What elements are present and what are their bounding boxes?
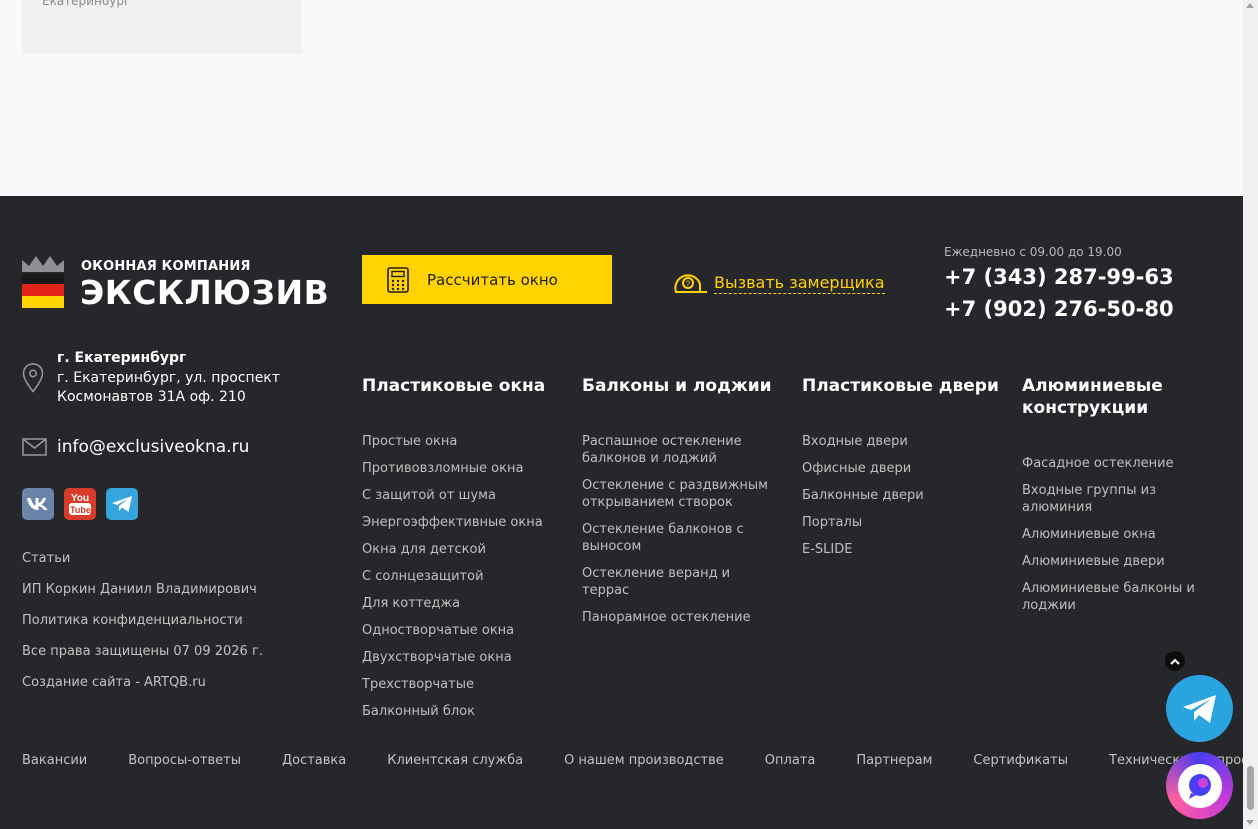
legal-entity-text: ИП Коркин Даниил Владимирович [22, 582, 257, 597]
phone-link-1[interactable]: +7 (343) 287-99-63 [944, 265, 1174, 289]
telegram-chat-button[interactable] [1166, 675, 1233, 742]
bottom-nav: Вакансии Вопросы-ответы Доставка Клиентс… [22, 753, 1243, 768]
footer-link[interactable]: Трехстворчатые [362, 676, 572, 693]
column-title[interactable]: Пластиковые двери [802, 375, 1012, 433]
calculator-icon [387, 266, 409, 293]
footer-link[interactable]: Двухстворчатые окна [362, 649, 572, 666]
bottom-nav-link[interactable]: О нашем производстве [564, 753, 724, 768]
bottom-nav-link[interactable]: Клиентская служба [387, 753, 523, 768]
footer-link[interactable]: Одностворчатые окна [362, 622, 572, 639]
calculate-window-button[interactable]: Рассчитать окно [362, 255, 612, 304]
telegram-icon [112, 496, 132, 512]
address-street: г. Екатеринбург, ул. проспект Космонавто… [57, 370, 280, 405]
footer-link[interactable]: С солнцезащитой [362, 568, 572, 585]
footer-link[interactable]: Энергоэффективные окна [362, 514, 572, 531]
footer-link[interactable]: Фасадное остекление [1022, 455, 1222, 472]
top-content-area: Екатеринбург [0, 0, 1243, 196]
crown-flag-logo-icon [22, 256, 64, 308]
envelope-icon [22, 438, 47, 456]
bottom-nav-link[interactable]: Сертификаты [973, 753, 1068, 768]
bottom-nav-link[interactable]: Вопросы-ответы [128, 753, 241, 768]
footer-link[interactable]: Остекление балконов с выносом [582, 521, 772, 555]
location-pin-icon [22, 363, 44, 393]
footer-link[interactable]: Балконные двери [802, 487, 1012, 504]
page-scrollbar[interactable] [1243, 0, 1258, 829]
footer-column-plastic-doors: Пластиковые двери Входные двери Офисные … [802, 375, 1012, 568]
footer-link[interactable]: Остекление с раздвижным открыванием ство… [582, 477, 772, 511]
chat-icon [1188, 773, 1211, 799]
scroll-to-top-button[interactable] [1165, 651, 1185, 671]
footer-link[interactable]: E-SLIDE [802, 541, 1012, 558]
company-logo[interactable]: ОКОННАЯ КОМПАНИЯ ЭКСКЛЮЗИВ [22, 256, 329, 312]
logo-tagline: ОКОННАЯ КОМПАНИЯ [81, 259, 251, 274]
vk-icon [27, 498, 48, 510]
column-title[interactable]: Балконы и лоджии [582, 375, 772, 433]
footer-link[interactable]: Алюминиевые балконы и лоджии [1022, 580, 1222, 614]
articles-link[interactable]: Статьи [22, 551, 263, 582]
office-card-city: Екатеринбург [42, 0, 131, 8]
bottom-nav-link[interactable]: Доставка [282, 753, 346, 768]
chat-bubble-icon [1177, 763, 1222, 808]
paper-plane-icon [1182, 694, 1216, 723]
footer-link[interactable]: Для коттеджа [362, 595, 572, 612]
footer-column-aluminium: Алюминиевые конструкции Фасадное остекле… [1022, 375, 1222, 624]
phone-link-2[interactable]: +7 (902) 276-50-80 [944, 297, 1174, 321]
email-address: info@exclusiveokna.ru [57, 437, 250, 457]
svg-text:Tube: Tube [70, 505, 91, 515]
site-developer-link[interactable]: Создание сайта - ARTQB.ru [22, 675, 263, 706]
footer-link[interactable]: Порталы [802, 514, 1012, 531]
footer-link[interactable]: Окна для детской [362, 541, 572, 558]
calculate-window-label: Рассчитать окно [427, 270, 558, 289]
office-card: Екатеринбург [22, 0, 302, 54]
address-city: г. Екатеринбург [57, 350, 187, 366]
footer-link[interactable]: Распашное остекление балконов и лоджий [582, 433, 772, 467]
vk-link[interactable] [22, 488, 54, 520]
scroll-thumb[interactable] [1247, 766, 1254, 810]
column-title[interactable]: Алюминиевые конструкции [1022, 375, 1222, 455]
footer-link[interactable]: Панорамное остекление [582, 609, 772, 626]
footer-column-plastic-windows: Пластиковые окна Простые окна Противовзл… [362, 375, 572, 730]
bottom-nav-link[interactable]: Партнерам [856, 753, 932, 768]
site-footer: ОКОННАЯ КОМПАНИЯ ЭКСКЛЮЗИВ Рассчитать ок… [0, 196, 1243, 829]
call-measurer-link[interactable]: ? Вызвать замерщика [673, 270, 885, 296]
footer-link[interactable]: Простые окна [362, 433, 572, 450]
footer-link[interactable]: Алюминиевые двери [1022, 553, 1222, 570]
scroll-down-arrow-icon[interactable] [1246, 820, 1254, 825]
live-chat-button[interactable] [1166, 752, 1233, 819]
chevron-up-icon [1170, 658, 1180, 665]
footer-link[interactable]: С защитой от шума [362, 487, 572, 504]
footer-link[interactable]: Входные группы из алюминия [1022, 482, 1222, 516]
youtube-icon: You Tube [69, 493, 91, 515]
left-info-links: Статьи ИП Коркин Даниил Владимирович Пол… [22, 551, 263, 706]
footer-link[interactable]: Офисные двери [802, 460, 1012, 477]
working-hours: Ежедневно с 09.00 до 19.00 [944, 245, 1122, 259]
youtube-link[interactable]: You Tube [64, 488, 96, 520]
bottom-nav-link[interactable]: Оплата [765, 753, 816, 768]
call-measurer-label: Вызвать замерщика [714, 272, 885, 294]
footer-link[interactable]: Входные двери [802, 433, 1012, 450]
column-title[interactable]: Пластиковые окна [362, 375, 572, 433]
footer-link[interactable]: Алюминиевые окна [1022, 526, 1222, 543]
svg-text:You: You [71, 493, 89, 504]
scroll-up-arrow-icon[interactable] [1246, 3, 1254, 8]
telegram-link[interactable] [106, 488, 138, 520]
footer-link[interactable]: Противовзломные окна [362, 460, 572, 477]
email-contact[interactable]: info@exclusiveokna.ru [22, 437, 249, 457]
footer-link[interactable]: Остекление веранд и террас [582, 565, 772, 599]
tape-measure-icon: ? [674, 274, 707, 293]
social-links: You Tube [22, 488, 138, 520]
privacy-policy-link[interactable]: Политика конфиденциальности [22, 613, 263, 644]
copyright-text: Все права защищены 07 09 2026 г. [22, 644, 263, 659]
logo-name: ЭКСКЛЮЗИВ [80, 273, 330, 312]
footer-column-balconies: Балконы и лоджии Распашное остекление ба… [582, 375, 772, 636]
svg-text:?: ? [686, 280, 691, 289]
footer-link[interactable]: Балконный блок [362, 703, 572, 720]
bottom-nav-link[interactable]: Вакансии [22, 753, 87, 768]
